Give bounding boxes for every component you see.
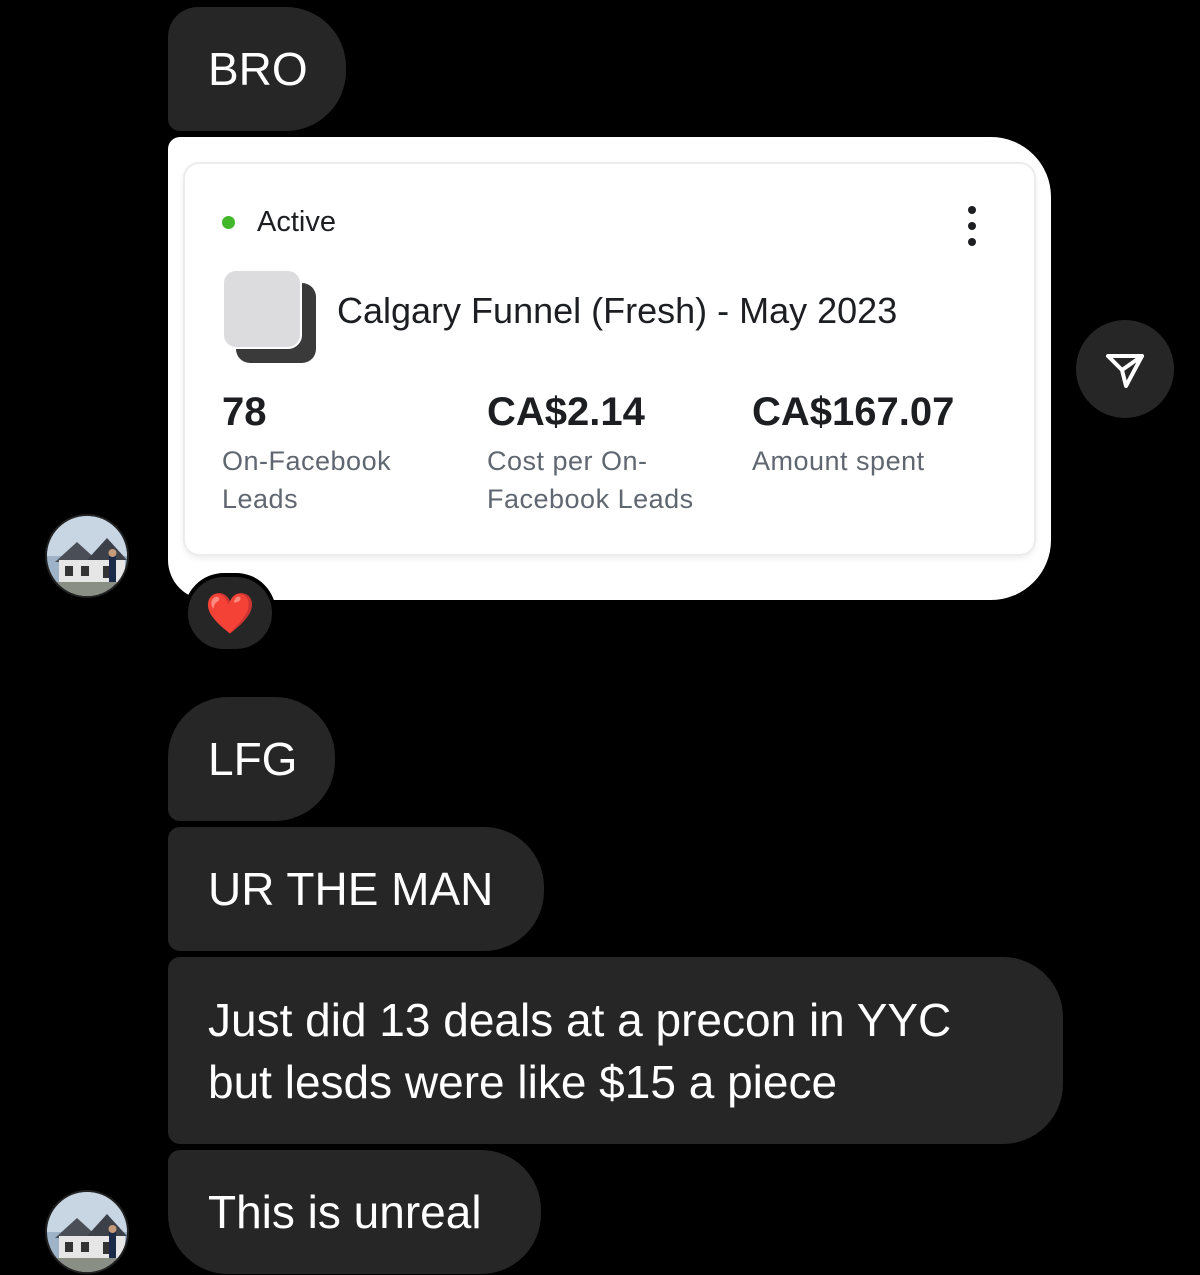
more-vertical-icon-dot <box>968 222 976 230</box>
status-dot-icon <box>222 216 235 229</box>
message-bubble-lfg[interactable]: LFG <box>168 697 335 821</box>
house-photo-avatar <box>47 516 127 596</box>
metric-amount-spent: CA$167.07 Amount spent <box>752 388 992 480</box>
message-bubble-unreal[interactable]: This is unreal <box>168 1150 541 1274</box>
message-text: UR THE MAN <box>208 863 494 915</box>
share-button[interactable] <box>1076 320 1174 418</box>
metric-value: 78 <box>222 390 267 434</box>
metric-cost-per-lead: CA$2.14 Cost per On-Facebook Leads <box>487 388 727 518</box>
message-bubble-deals[interactable]: Just did 13 deals at a precon in YYC but… <box>168 957 1063 1144</box>
sender-avatar[interactable] <box>45 1190 129 1274</box>
more-vertical-icon <box>968 206 976 214</box>
metric-value: CA$2.14 <box>487 390 645 434</box>
status-label: Active <box>257 206 336 238</box>
heart-reaction[interactable]: ❤️ <box>184 573 276 653</box>
metric-leads: 78 On-Facebook Leads <box>222 388 462 518</box>
message-text: This is unreal <box>208 1186 482 1238</box>
campaign-name: Calgary Funnel (Fresh) - May 2023 <box>337 290 898 331</box>
sender-avatar[interactable] <box>45 514 129 598</box>
message-bubble-ur-the-man[interactable]: UR THE MAN <box>168 827 544 951</box>
message-text: Just did 13 deals at a precon in YYC but… <box>208 993 952 1108</box>
metric-label: Cost per On-Facebook Leads <box>487 446 694 514</box>
more-options-button[interactable] <box>962 206 982 246</box>
campaign-status: Active <box>222 206 336 239</box>
metric-value: CA$167.07 <box>752 390 955 434</box>
metric-label: On-Facebook Leads <box>222 446 392 514</box>
ad-campaign-card[interactable]: Active Calgary Funnel (Fresh) - May 2023… <box>185 164 1034 554</box>
campaign-thumbnail-icon <box>222 269 318 365</box>
house-photo-avatar <box>47 1192 127 1272</box>
more-vertical-icon-dot <box>968 238 976 246</box>
message-bubble-bro[interactable]: BRO <box>168 7 346 131</box>
message-text: BRO <box>208 43 308 95</box>
metric-label: Amount spent <box>752 446 925 476</box>
heart-icon: ❤️ <box>205 591 255 636</box>
paper-plane-icon <box>1106 354 1144 388</box>
shared-ad-message[interactable]: Active Calgary Funnel (Fresh) - May 2023… <box>168 137 1051 600</box>
message-text: LFG <box>208 733 298 785</box>
